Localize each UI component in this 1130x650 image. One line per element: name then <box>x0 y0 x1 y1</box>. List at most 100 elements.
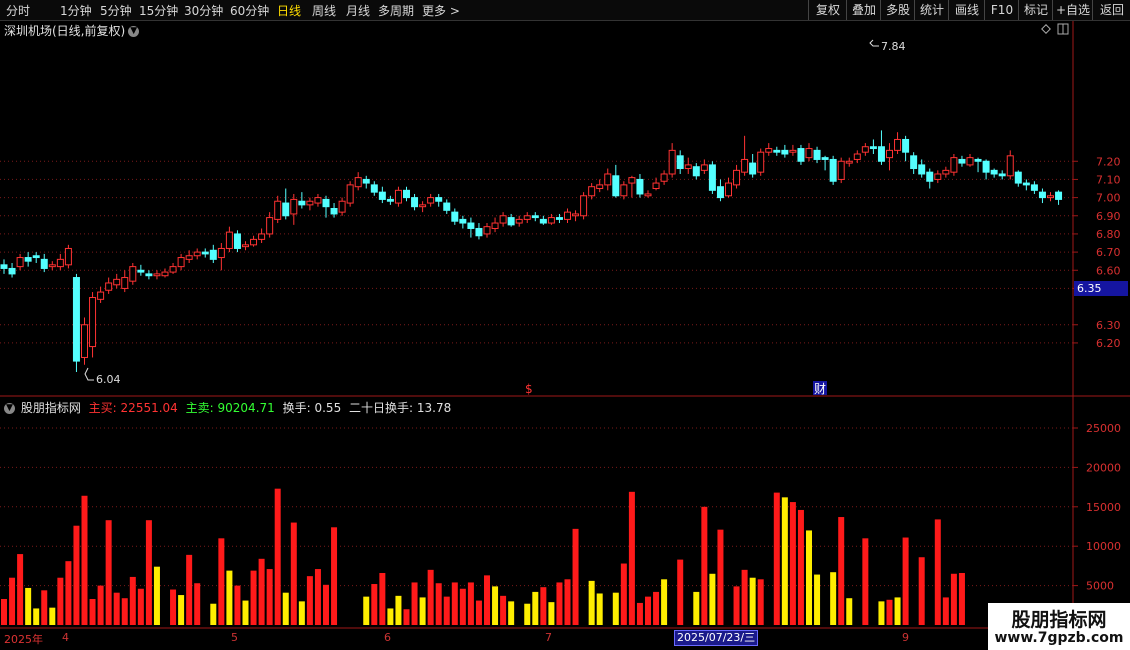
fin-mark[interactable]: 财 <box>814 382 826 396</box>
current-price-badge: 6.35 <box>1074 281 1128 296</box>
candle-body <box>81 324 88 358</box>
candle-body <box>934 173 942 180</box>
candle-body <box>507 217 515 226</box>
volume-tick-label: 20000 <box>1086 461 1121 474</box>
buy-bar <box>717 529 724 625</box>
candle-body <box>918 164 926 175</box>
candle-body <box>652 182 660 190</box>
buy-bar <box>950 573 957 625</box>
period-tab-5min[interactable]: 5分钟 <box>100 2 132 19</box>
sell-bar <box>878 601 885 625</box>
volume-bars <box>1 488 965 625</box>
period-tab-multi[interactable]: 多周期 <box>378 2 414 19</box>
candle-body <box>1030 184 1038 191</box>
candle-body <box>942 169 950 175</box>
chevron-down-icon[interactable]: ▼ <box>4 403 15 414</box>
multi-stock-button[interactable]: 多股 <box>880 0 915 20</box>
dollar-mark[interactable]: $ <box>525 382 533 396</box>
low-label: 6.04 <box>96 373 121 386</box>
statistics-button[interactable]: 统计 <box>914 0 949 20</box>
price-tick-label: 6.20 <box>1096 337 1121 350</box>
volume-axis: 25000 20000 15000 10000 5000 <box>1073 422 1121 593</box>
sell-bar <box>25 587 32 625</box>
candle-body <box>676 155 684 170</box>
period-tab-more[interactable]: 更多 > <box>422 2 460 19</box>
sell-bar <box>693 591 700 625</box>
candle-body <box>749 162 757 175</box>
price-tick-label: 7.00 <box>1096 192 1121 205</box>
buy-bar <box>902 537 909 625</box>
candle-body <box>555 217 563 220</box>
restore-rights-button[interactable]: 复权 <box>808 0 847 20</box>
candle-body <box>877 146 885 162</box>
sell-bar <box>298 601 305 625</box>
buy-bar <box>435 583 442 625</box>
candle-body <box>483 226 491 235</box>
candle-body <box>869 146 877 150</box>
period-tab-1min[interactable]: 1分钟 <box>60 2 92 19</box>
candle-body <box>725 182 732 197</box>
candle-body <box>990 169 998 175</box>
stock-title-text: 深圳机场(日线,前复权) <box>4 24 126 38</box>
candle-body <box>515 218 523 224</box>
candle-body <box>451 211 459 222</box>
candle-body <box>572 213 580 217</box>
period-tab-fenshi[interactable]: 分时 <box>6 2 30 19</box>
candle-body <box>185 255 193 260</box>
diamond-icon[interactable] <box>1041 24 1051 34</box>
period-tab-daily[interactable]: 日线 <box>277 2 301 19</box>
turnover-label: 换手: <box>282 401 311 415</box>
watermark: 股朋指标网 www.7gpzb.com <box>988 603 1130 650</box>
buy-bar <box>484 575 490 625</box>
candle-body <box>902 138 910 153</box>
chevron-down-icon[interactable]: ▼ <box>128 26 140 37</box>
buy-bar <box>467 582 474 625</box>
stock-title[interactable]: 深圳机场(日线,前复权) ▼ <box>4 22 140 39</box>
period-tab-60min[interactable]: 60分钟 <box>230 2 269 19</box>
price-tick-label: 6.90 <box>1096 210 1121 223</box>
period-tab-weekly[interactable]: 周线 <box>312 2 336 19</box>
back-button[interactable]: 返回 <box>1092 0 1130 20</box>
candle-body <box>475 227 483 237</box>
buy-bar <box>862 538 869 625</box>
buy-bar <box>443 596 450 625</box>
buy-bar <box>274 488 281 625</box>
candle-body <box>217 247 225 259</box>
x-label-year: 2025年 <box>4 633 43 646</box>
candle-body <box>153 273 161 277</box>
period-tab-monthly[interactable]: 月线 <box>346 2 370 19</box>
panel-toggle-icon[interactable] <box>1057 23 1069 35</box>
buy-bar <box>620 563 627 625</box>
buy-bar <box>145 520 152 625</box>
mark-button[interactable]: 标记 <box>1018 0 1053 20</box>
chart-canvas[interactable]: 7.207.107.006.906.806.706.606.506.306.20… <box>0 0 1130 650</box>
draw-line-button[interactable]: 画线 <box>948 0 985 20</box>
buy-bar <box>677 559 684 625</box>
buy-bar <box>170 589 177 625</box>
f10-button[interactable]: F10 <box>984 0 1019 20</box>
sell-bar <box>49 607 56 625</box>
candle-body <box>789 149 797 153</box>
period-tab-30min[interactable]: 30分钟 <box>184 2 223 19</box>
buy-bar <box>89 598 96 625</box>
candle-body <box>797 148 805 162</box>
volume-tick-label: 5000 <box>1086 580 1114 593</box>
volume-tick-label: 10000 <box>1086 540 1121 553</box>
sell-bar <box>846 598 853 625</box>
buy-bar <box>121 598 128 625</box>
buy-bar <box>379 572 386 625</box>
candle-body <box>298 200 306 206</box>
candle-body <box>225 231 233 249</box>
sell-bar <box>588 580 595 625</box>
add-watchlist-button[interactable]: +自选 <box>1052 0 1093 20</box>
candle-body <box>16 257 24 268</box>
overlay-button[interactable]: 叠加 <box>846 0 881 20</box>
candle-body <box>588 186 596 197</box>
buy-bar <box>459 588 466 625</box>
candle-body <box>805 148 813 159</box>
sell-bar <box>612 592 619 625</box>
candle-body <box>443 202 451 211</box>
high-annotation: 7.84 <box>869 39 906 53</box>
period-tab-15min[interactable]: 15分钟 <box>139 2 178 19</box>
candle-body <box>596 184 604 190</box>
